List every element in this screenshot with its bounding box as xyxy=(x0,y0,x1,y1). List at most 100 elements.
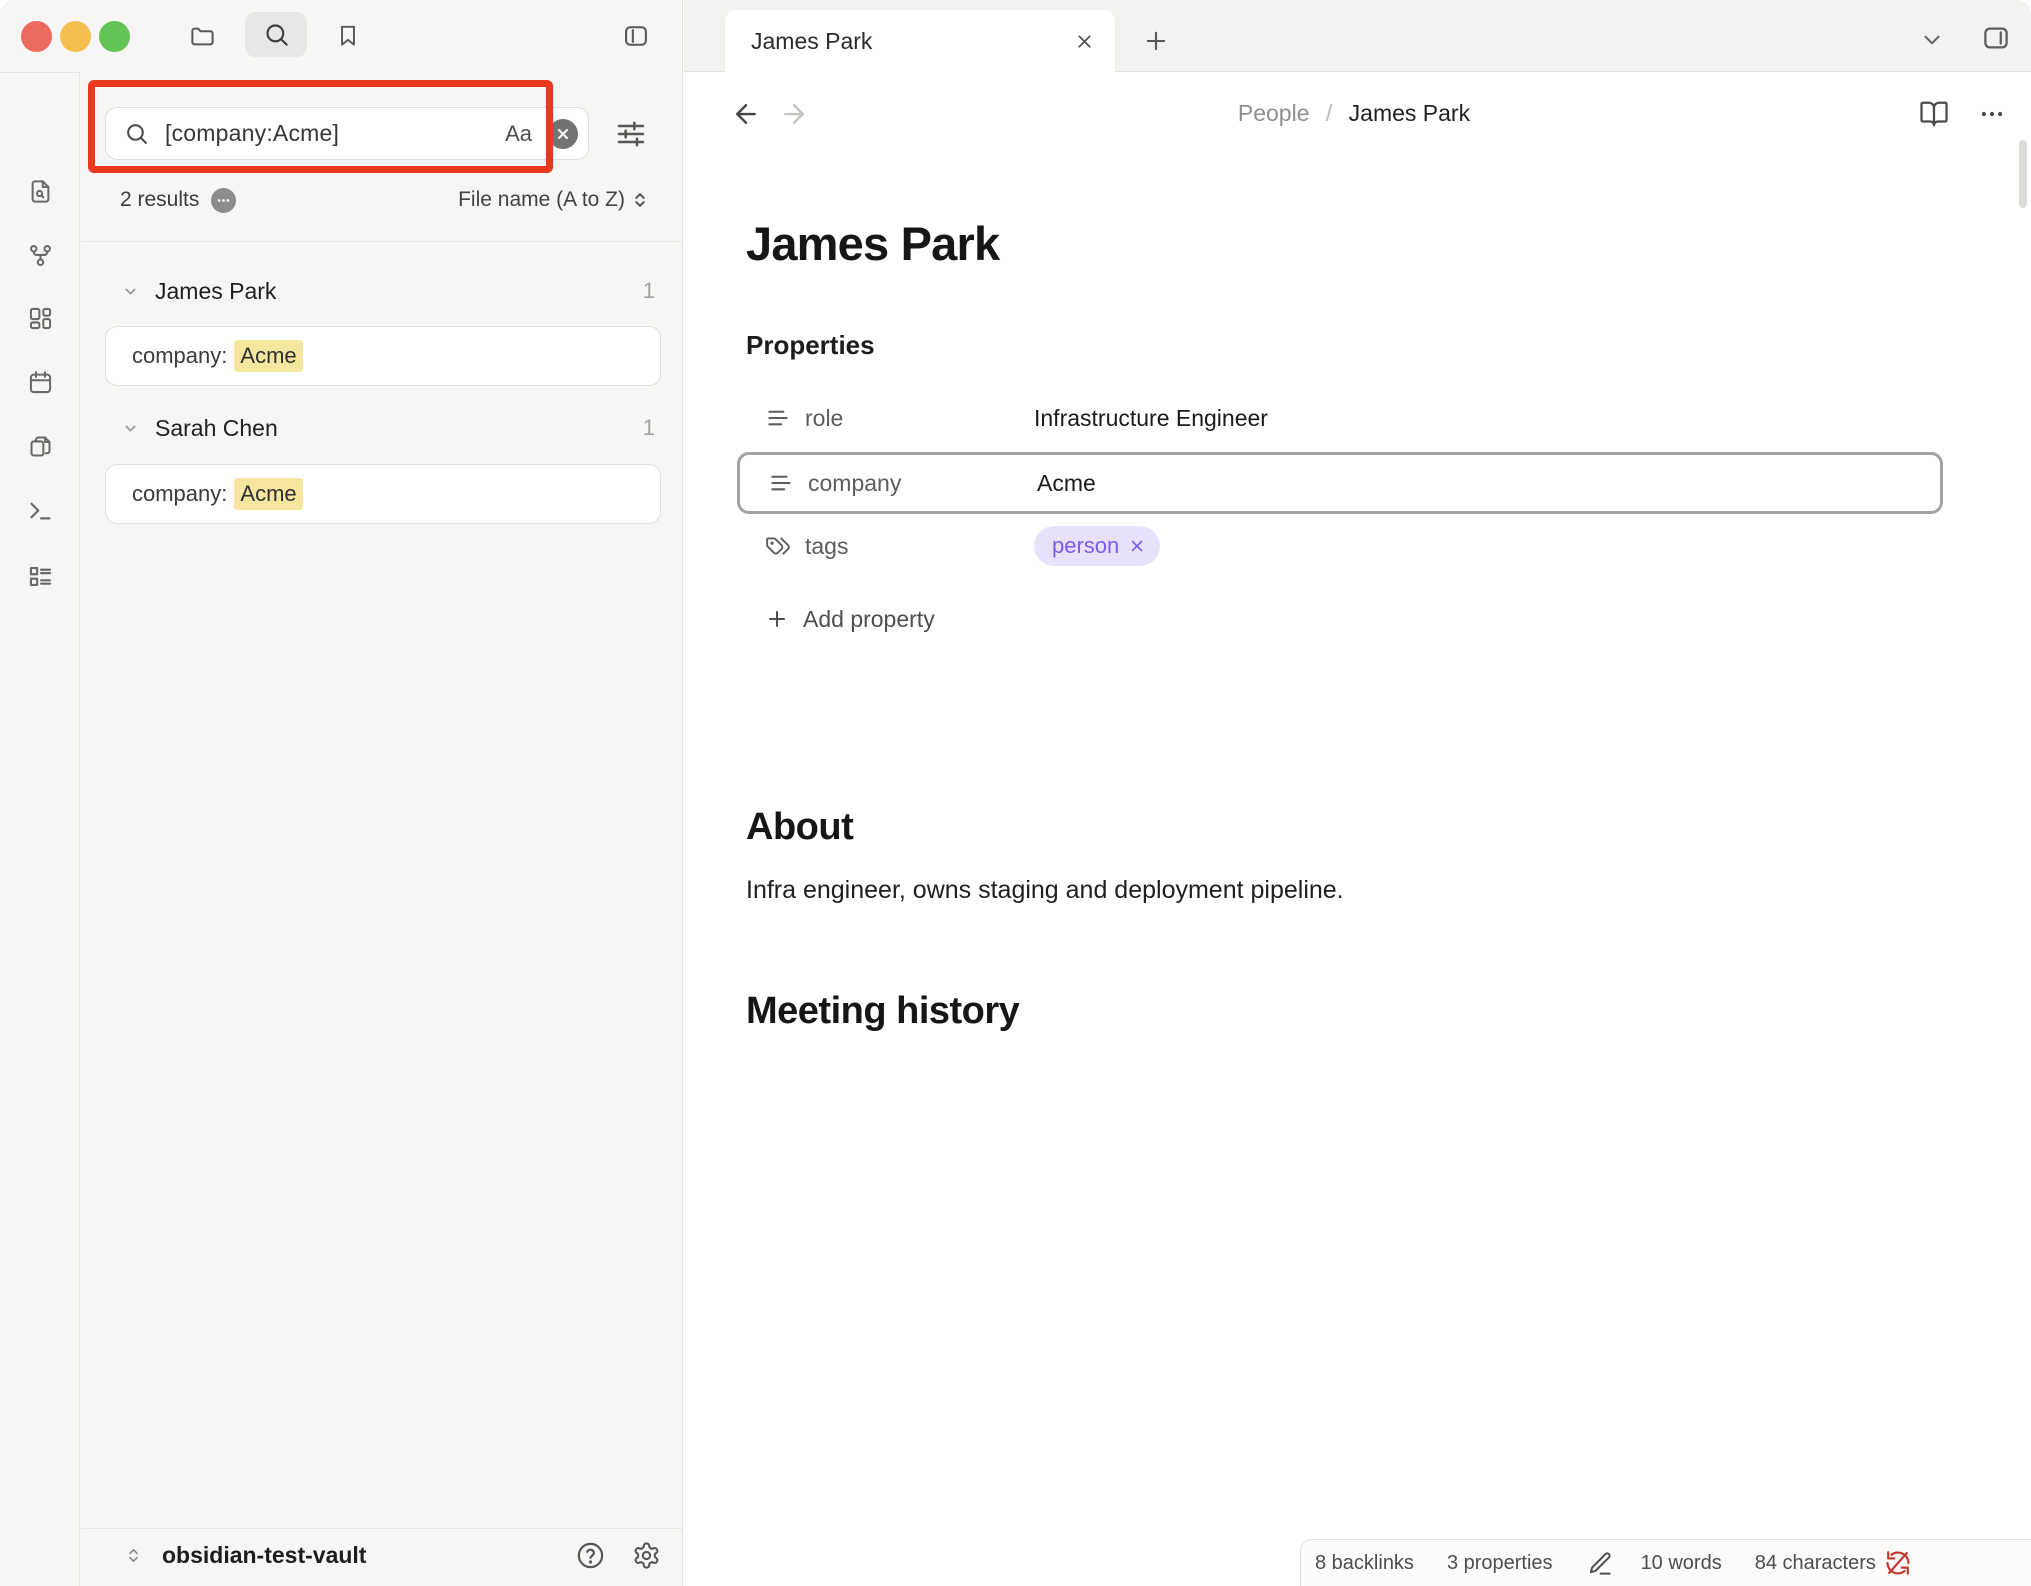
match-highlight: Acme xyxy=(234,478,302,510)
property-key[interactable]: company xyxy=(808,470,1037,497)
about-heading: About xyxy=(746,806,853,849)
scrollbar-thumb[interactable] xyxy=(2019,140,2027,208)
new-tab-button[interactable] xyxy=(1140,25,1172,57)
window-zoom-button[interactable] xyxy=(99,21,130,52)
result-group-count: 1 xyxy=(643,415,655,441)
search-icon xyxy=(263,21,290,48)
vault-divider xyxy=(81,1528,683,1529)
edit-mode-icon[interactable] xyxy=(1586,1550,1613,1577)
property-row-tags[interactable]: tags person xyxy=(737,515,1943,577)
editor-pane: James Park People / James Park James Par… xyxy=(684,0,2031,1586)
reading-view-button[interactable] xyxy=(1918,98,1950,130)
folder-icon xyxy=(189,23,216,50)
breadcrumb: People / James Park xyxy=(854,100,1854,127)
chevrons-up-down-icon xyxy=(630,190,650,210)
breadcrumb-separator: / xyxy=(1326,100,1332,126)
chevron-down-icon xyxy=(122,283,139,300)
tab-title: James Park xyxy=(751,28,1074,55)
result-group-sarah-chen[interactable]: Sarah Chen 1 xyxy=(105,409,661,447)
ribbon-files-button[interactable] xyxy=(16,422,64,470)
bookmark-icon xyxy=(335,23,361,49)
match-prefix: company: xyxy=(132,343,227,369)
calendar-icon xyxy=(27,369,54,396)
property-row-company[interactable]: company Acme xyxy=(737,452,1943,514)
search-field-icon xyxy=(124,121,149,146)
remove-tag-icon[interactable] xyxy=(1128,537,1146,555)
tag-label: person xyxy=(1052,533,1119,559)
tab-list-dropdown-button[interactable] xyxy=(1917,25,1947,55)
match-case-toggle[interactable]: Aa xyxy=(505,121,532,147)
tab-james-park[interactable]: James Park xyxy=(725,10,1115,73)
property-value[interactable]: Infrastructure Engineer xyxy=(1034,405,1268,432)
clear-search-button[interactable] xyxy=(548,119,578,149)
settings-button[interactable] xyxy=(632,1541,661,1570)
add-property-label: Add property xyxy=(803,606,935,633)
tab-bar: James Park xyxy=(684,0,2031,72)
breadcrumb-current[interactable]: James Park xyxy=(1349,100,1470,126)
match-prefix: company: xyxy=(132,481,227,507)
panel-left-icon xyxy=(622,22,650,50)
add-property-button[interactable]: Add property xyxy=(737,588,935,650)
file-search-icon xyxy=(27,178,54,205)
toggle-left-sidebar-button[interactable] xyxy=(614,14,658,58)
search-match-item[interactable]: company: Acme xyxy=(105,326,661,386)
obsidian-window: [company:Acme] Aa 2 results File name (A… xyxy=(0,0,2031,1586)
ribbon-calendar-button[interactable] xyxy=(16,358,64,406)
character-count[interactable]: 84 characters xyxy=(1755,1552,1876,1575)
meeting-history-heading: Meeting history xyxy=(746,990,1019,1033)
property-key[interactable]: tags xyxy=(805,533,1034,560)
help-button[interactable] xyxy=(575,1540,606,1571)
property-row-role[interactable]: role Infrastructure Engineer xyxy=(737,387,1943,449)
ribbon-cards-button[interactable] xyxy=(16,294,64,342)
tag-pill-person[interactable]: person xyxy=(1034,526,1160,566)
properties-count[interactable]: 3 properties xyxy=(1447,1552,1553,1575)
ribbon-terminal-button[interactable] xyxy=(16,486,64,534)
sort-order-dropdown[interactable]: File name (A to Z) xyxy=(458,188,650,212)
result-group-title: James Park xyxy=(155,278,643,305)
results-divider xyxy=(81,241,683,242)
navigate-back-button[interactable] xyxy=(730,98,762,130)
about-text: Infra engineer, owns staging and deploym… xyxy=(746,876,1344,905)
copy-files-icon xyxy=(27,433,54,460)
tags-icon xyxy=(765,533,791,559)
search-query-text[interactable]: [company:Acme] xyxy=(165,120,505,147)
properties-heading: Properties xyxy=(746,330,875,361)
left-pane: [company:Acme] Aa 2 results File name (A… xyxy=(0,0,683,1586)
sliders-icon xyxy=(615,118,647,150)
ribbon-search-notes-button[interactable] xyxy=(16,167,64,215)
breadcrumb-parent[interactable]: People xyxy=(1238,100,1310,126)
match-highlight: Acme xyxy=(234,340,302,372)
chevron-down-icon xyxy=(122,420,139,437)
status-bar: 8 backlinks 3 properties 10 words 84 cha… xyxy=(1300,1539,2031,1586)
open-folder-button[interactable] xyxy=(180,14,224,58)
search-settings-button[interactable] xyxy=(612,115,650,153)
results-more-icon[interactable] xyxy=(211,188,236,213)
word-count[interactable]: 10 words xyxy=(1641,1552,1722,1575)
vault-name: obsidian-test-vault xyxy=(162,1542,549,1569)
more-options-button[interactable] xyxy=(1976,98,2008,130)
search-match-item[interactable]: company: Acme xyxy=(105,464,661,524)
navigate-forward-button[interactable] xyxy=(778,98,810,130)
tab-close-button[interactable] xyxy=(1074,31,1095,52)
bookmarks-button[interactable] xyxy=(326,14,370,58)
backlinks-count[interactable]: 8 backlinks xyxy=(1315,1552,1414,1575)
window-minimize-button[interactable] xyxy=(60,21,91,52)
window-close-button[interactable] xyxy=(21,21,52,52)
list-boxes-icon xyxy=(27,563,54,590)
result-group-title: Sarah Chen xyxy=(155,415,643,442)
toggle-right-sidebar-button[interactable] xyxy=(1978,20,2014,56)
property-key[interactable]: role xyxy=(805,405,1034,432)
vault-switcher[interactable]: obsidian-test-vault xyxy=(105,1530,661,1580)
search-input[interactable]: [company:Acme] Aa xyxy=(105,107,589,160)
search-toolbar-button[interactable] xyxy=(245,12,307,57)
terminal-icon xyxy=(27,497,54,524)
ribbon-graph-button[interactable] xyxy=(16,231,64,279)
search-results-header: 2 results File name (A to Z) xyxy=(120,183,650,217)
ribbon-list-button[interactable] xyxy=(16,552,64,600)
text-property-icon xyxy=(768,470,794,496)
dashboard-icon xyxy=(27,305,54,332)
plus-icon xyxy=(765,607,791,631)
sync-error-icon[interactable] xyxy=(1884,1549,1912,1577)
result-group-james-park[interactable]: James Park 1 xyxy=(105,272,661,310)
property-value[interactable]: Acme xyxy=(1037,470,1096,497)
